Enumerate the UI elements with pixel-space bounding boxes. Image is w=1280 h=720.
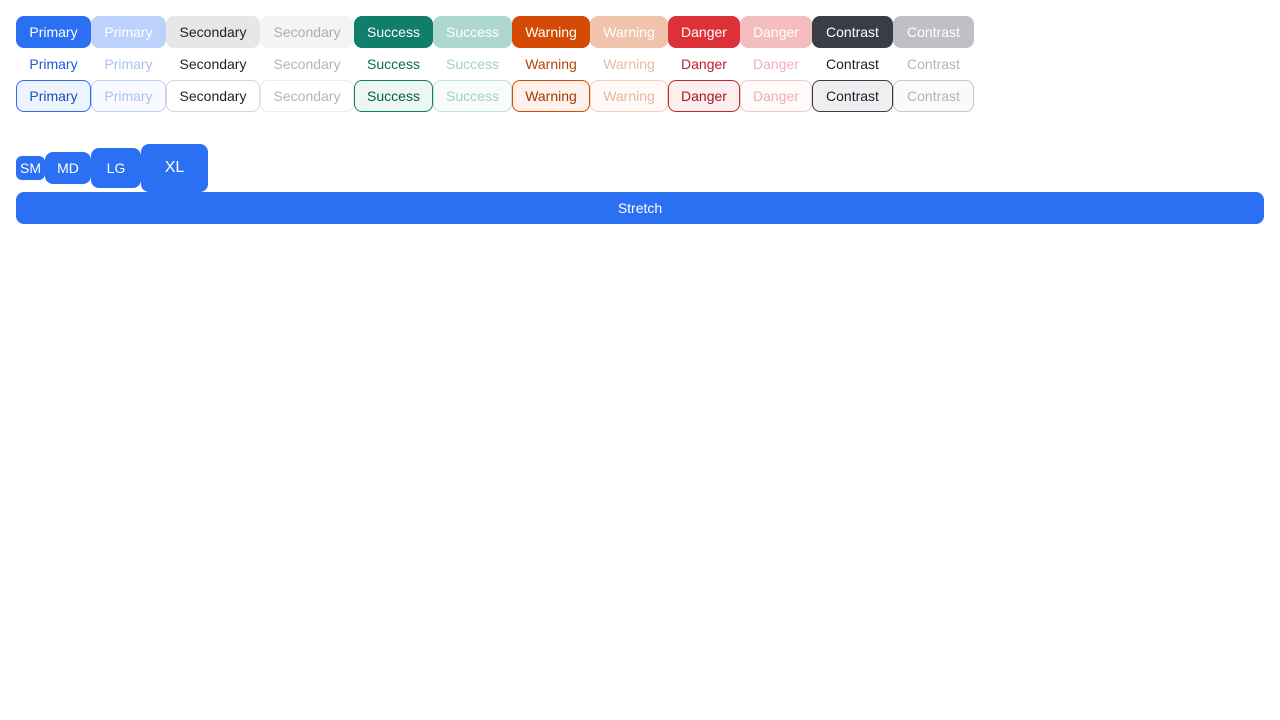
ghost-secondary-button[interactable]: Secondary [166,48,260,80]
filled-contrast-button[interactable]: Contrast [812,16,893,48]
outline-warning-disabled-button: Warning [590,80,668,112]
ghost-danger-disabled-button: Danger [740,48,812,80]
ghost-warning-button[interactable]: Warning [512,48,590,80]
outline-contrast-button[interactable]: Contrast [812,80,893,112]
ghost-warning-disabled-button: Warning [590,48,668,80]
outline-primary-disabled-button: Primary [91,80,166,112]
filled-warning-disabled-button: Warning [590,16,668,48]
ghost-primary-button[interactable]: Primary [16,48,91,80]
stretch-button[interactable]: Stretch [16,192,1264,224]
ghost-buttons-row: Primary Primary Secondary Secondary Succ… [16,48,1264,80]
filled-warning-button[interactable]: Warning [512,16,590,48]
filled-buttons-row: Primary Primary Secondary Secondary Succ… [16,16,1264,48]
ghost-danger-button[interactable]: Danger [668,48,740,80]
filled-success-disabled-button: Success [433,16,512,48]
outline-primary-button[interactable]: Primary [16,80,91,112]
filled-primary-disabled-button: Primary [91,16,166,48]
filled-primary-button[interactable]: Primary [16,16,91,48]
outline-danger-disabled-button: Danger [740,80,812,112]
size-md-button[interactable]: MD [45,152,91,184]
filled-danger-button[interactable]: Danger [668,16,740,48]
outline-contrast-disabled-button: Contrast [893,80,974,112]
ghost-success-button[interactable]: Success [354,48,433,80]
size-lg-button[interactable]: LG [91,148,141,188]
outline-secondary-disabled-button: Secondary [260,80,354,112]
outline-success-button[interactable]: Success [354,80,433,112]
size-sm-button[interactable]: SM [16,156,45,180]
filled-danger-disabled-button: Danger [740,16,812,48]
ghost-primary-disabled-button: Primary [91,48,166,80]
ghost-contrast-button[interactable]: Contrast [812,48,893,80]
outline-danger-button[interactable]: Danger [668,80,740,112]
outline-secondary-button[interactable]: Secondary [166,80,260,112]
ghost-success-disabled-button: Success [433,48,512,80]
outline-warning-button[interactable]: Warning [512,80,590,112]
size-buttons-group: SM MD LG XL [16,144,208,192]
filled-secondary-button[interactable]: Secondary [166,16,260,48]
filled-success-button[interactable]: Success [354,16,433,48]
ghost-contrast-disabled-button: Contrast [893,48,974,80]
size-xl-button[interactable]: XL [141,144,208,192]
button-showcase: Primary Primary Secondary Secondary Succ… [0,0,1280,720]
filled-secondary-disabled-button: Secondary [260,16,354,48]
filled-contrast-disabled-button: Contrast [893,16,974,48]
outline-buttons-row: Primary Primary Secondary Secondary Succ… [16,80,1264,112]
outline-success-disabled-button: Success [433,80,512,112]
ghost-secondary-disabled-button: Secondary [260,48,354,80]
